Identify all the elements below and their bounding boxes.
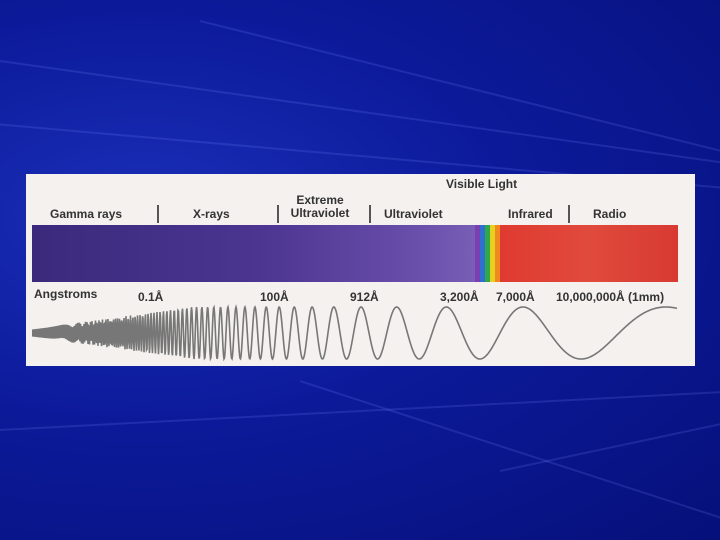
electromagnetic-spectrum-diagram: Gamma rays X-rays Extreme Ultraviolet Ul… bbox=[26, 174, 695, 366]
region-separator bbox=[568, 205, 570, 223]
wavelength-wave bbox=[32, 304, 678, 362]
region-separator bbox=[277, 205, 279, 223]
region-separator bbox=[369, 205, 371, 223]
scale-label-angstroms: Angstroms bbox=[34, 287, 98, 301]
wave-curve bbox=[32, 304, 678, 362]
region-label-extreme-ultraviolet: Extreme Ultraviolet bbox=[290, 193, 350, 220]
region-label-xrays: X-rays bbox=[193, 207, 230, 221]
visible-light-strip bbox=[475, 225, 500, 282]
spectrum-bar-infrared-radio bbox=[499, 225, 678, 282]
region-label-radio: Radio bbox=[593, 207, 627, 221]
region-label-ultraviolet: Ultraviolet bbox=[384, 207, 443, 221]
region-separator bbox=[157, 205, 159, 223]
visible-color-band bbox=[495, 225, 500, 282]
region-label-gamma: Gamma rays bbox=[50, 207, 123, 221]
region-label-visible-light: Visible Light bbox=[446, 177, 518, 191]
region-label-infrared: Infrared bbox=[508, 207, 553, 221]
